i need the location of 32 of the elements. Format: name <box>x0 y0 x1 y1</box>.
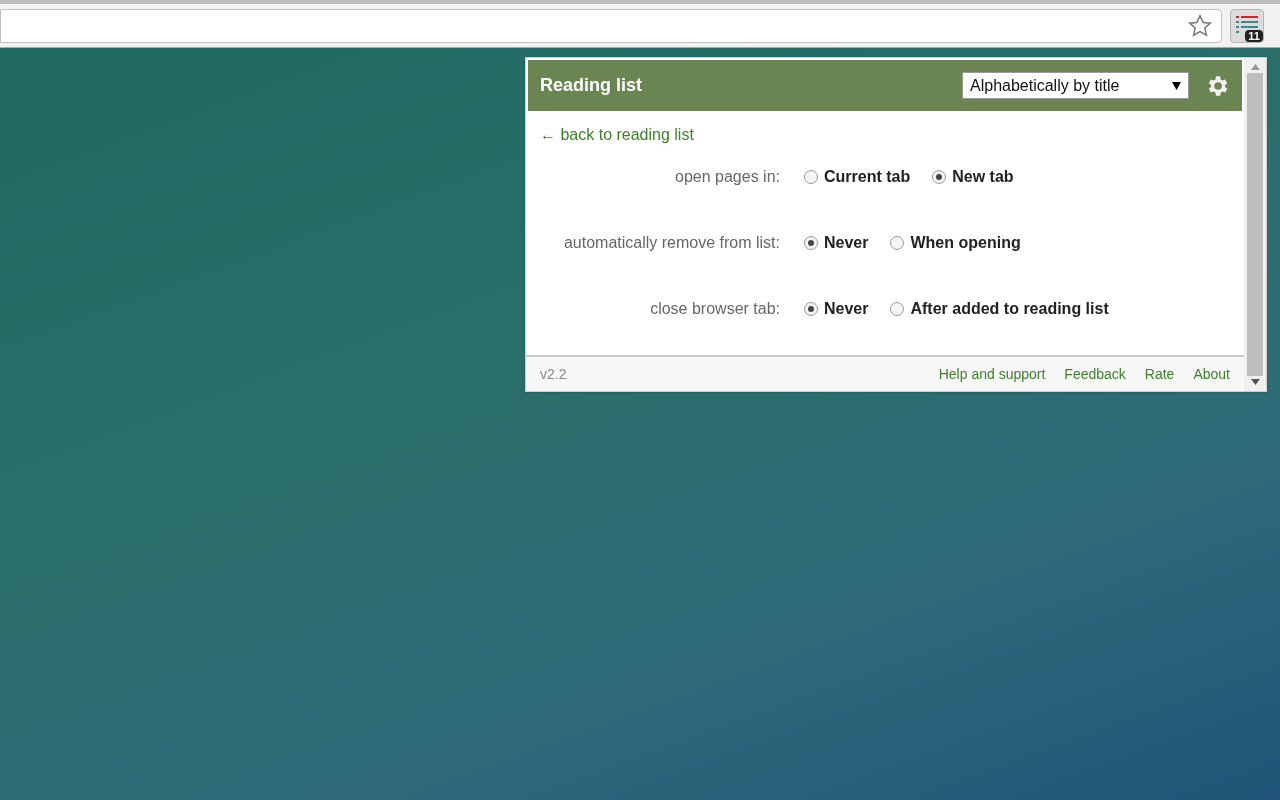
radio-button[interactable] <box>890 302 905 316</box>
dropdown-arrow-icon <box>1172 81 1181 90</box>
radio-button[interactable] <box>804 302 818 316</box>
footer-link[interactable]: Rate <box>1144 363 1175 385</box>
radio-button[interactable] <box>804 236 818 250</box>
radio-button[interactable] <box>890 236 905 250</box>
footer-link[interactable]: Feedback <box>1064 363 1126 385</box>
star-icon[interactable] <box>1187 12 1213 39</box>
scrollbar-thumb[interactable] <box>1247 73 1263 376</box>
list-icon <box>1236 15 1258 34</box>
radio-option[interactable]: When opening <box>890 231 1021 255</box>
radio-button[interactable] <box>804 170 818 184</box>
setting-label: open pages in: <box>674 167 781 187</box>
radio-option[interactable]: Current tab <box>804 165 911 189</box>
back-link[interactable]: ← back to reading list <box>540 123 694 147</box>
radio-option[interactable]: Never <box>804 231 869 255</box>
scroll-up-icon[interactable] <box>1250 64 1260 70</box>
setting-label: automatically remove from list: <box>562 233 781 253</box>
popup-title: Reading list <box>540 74 643 97</box>
radio-button[interactable] <box>932 170 947 184</box>
footer-link[interactable]: About <box>1193 363 1230 385</box>
footer-link[interactable]: Help and support <box>938 363 1046 385</box>
extension-button[interactable]: 11 <box>1230 8 1264 43</box>
count-badge: 11 <box>1245 29 1263 42</box>
scroll-down-icon[interactable] <box>1250 379 1260 385</box>
radio-option[interactable]: After added to reading list <box>890 297 1109 321</box>
setting-label: close browser tab: <box>649 299 781 319</box>
version-label: v2.2 <box>540 364 568 384</box>
sort-dropdown[interactable]: Alphabetically by title <box>962 72 1189 99</box>
radio-option[interactable]: Never <box>804 297 869 321</box>
radio-option[interactable]: New tab <box>932 165 1014 189</box>
scrollbar[interactable] <box>1244 58 1266 391</box>
